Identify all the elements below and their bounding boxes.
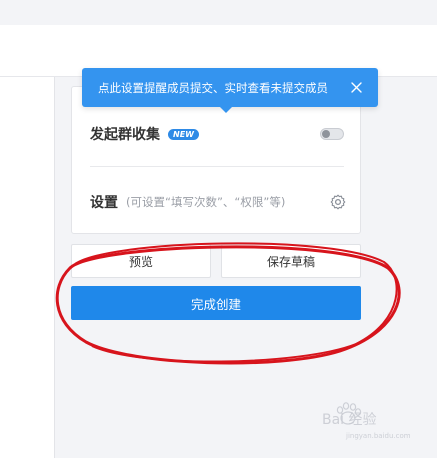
tooltip-arrow <box>220 107 232 113</box>
group-collect-title: 发起群收集 <box>90 127 160 143</box>
close-icon[interactable] <box>351 82 362 93</box>
left-panel <box>0 77 55 458</box>
settings-hint: (可设置“填写次数”、“权限”等) <box>126 195 286 209</box>
action-row: 预览 保存草稿 <box>71 244 361 278</box>
gear-icon[interactable] <box>330 194 346 210</box>
baidu-jingyan-watermark: Bai 经验 jingyan.baidu.com <box>318 398 428 444</box>
reminder-tooltip: 点此设置提醒成员提交、实时查看未提交成员 <box>82 68 378 113</box>
group-collect-row: 发起群收集 NEW <box>90 119 344 149</box>
save-draft-button[interactable]: 保存草稿 <box>221 244 361 278</box>
preview-button[interactable]: 预览 <box>71 244 211 278</box>
top-strip <box>0 0 437 25</box>
toggle-knob <box>322 130 330 138</box>
divider <box>90 166 344 167</box>
new-badge: NEW <box>168 128 199 140</box>
paw-logo-icon: Bai 经验 jingyan.baidu.com <box>322 402 411 440</box>
watermark-sub: jingyan.baidu.com <box>345 432 411 440</box>
settings-title: 设置 <box>90 195 118 211</box>
settings-card: 发起群收集 NEW 设置 (可设置“填写次数”、“权限”等) <box>71 86 361 234</box>
tooltip-text: 点此设置提醒成员提交、实时查看未提交成员 <box>98 80 328 95</box>
group-collect-toggle[interactable] <box>320 128 344 140</box>
settings-row: 设置 (可设置“填写次数”、“权限”等) <box>90 187 346 217</box>
watermark-text: Bai 经验 <box>322 412 377 428</box>
finish-create-button[interactable]: 完成创建 <box>71 286 361 320</box>
